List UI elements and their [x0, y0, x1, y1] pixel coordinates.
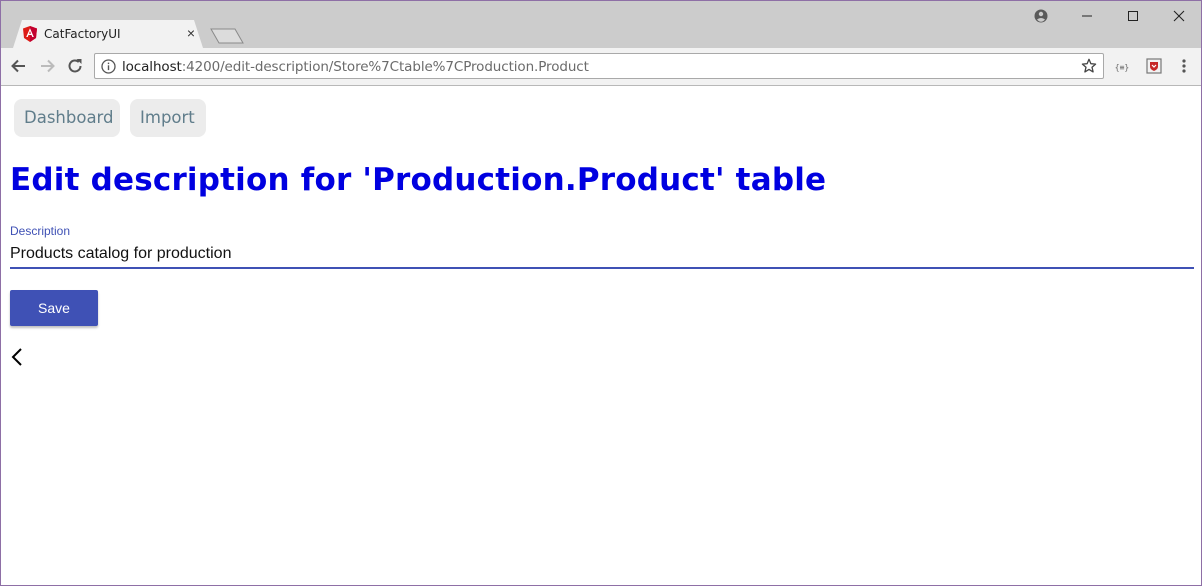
save-button[interactable]: Save: [10, 290, 98, 326]
tab-strip: CatFactoryUI ×: [1, 1, 1201, 48]
reload-icon[interactable]: [65, 56, 85, 76]
url-text[interactable]: localhost:4200/edit-description/Store%7C…: [122, 59, 589, 75]
json-viewer-extension-icon[interactable]: {≡}: [1113, 57, 1131, 75]
shield-extension-icon[interactable]: [1145, 57, 1163, 75]
nav-dashboard-link[interactable]: Dashboard: [14, 99, 120, 137]
address-bar[interactable]: localhost:4200/edit-description/Store%7C…: [94, 53, 1104, 79]
close-window-icon[interactable]: [1167, 5, 1191, 27]
new-tab-button[interactable]: [210, 28, 244, 44]
url-host: localhost: [122, 59, 182, 75]
minimize-icon[interactable]: [1075, 5, 1099, 27]
back-arrow-icon[interactable]: [9, 56, 29, 76]
url-path: :4200/edit-description/Store%7Ctable%7CP…: [181, 59, 589, 75]
page-content: Dashboard Import Edit description for 'P…: [1, 86, 1201, 585]
description-input[interactable]: [10, 241, 1194, 269]
bookmark-star-icon[interactable]: [1081, 58, 1097, 74]
tab-title: CatFactoryUI: [44, 27, 121, 41]
menu-kebab-icon[interactable]: [1175, 57, 1193, 75]
browser-toolbar: localhost:4200/edit-description/Store%7C…: [1, 48, 1201, 86]
info-icon[interactable]: [101, 59, 116, 74]
browser-window: CatFactoryUI × localhost:4200/edit-descr…: [0, 0, 1202, 586]
maximize-icon[interactable]: [1121, 5, 1145, 27]
profile-icon[interactable]: [1029, 5, 1053, 27]
tab-close-icon[interactable]: ×: [184, 26, 198, 40]
angular-icon: [23, 26, 37, 42]
nav-import-link[interactable]: Import: [130, 99, 206, 137]
description-label: Description: [10, 224, 71, 238]
svg-text:{≡}: {≡}: [1115, 63, 1129, 72]
page-title: Edit description for 'Production.Product…: [10, 162, 827, 198]
chevron-left-icon[interactable]: [9, 346, 25, 368]
forward-arrow-icon[interactable]: [37, 56, 57, 76]
